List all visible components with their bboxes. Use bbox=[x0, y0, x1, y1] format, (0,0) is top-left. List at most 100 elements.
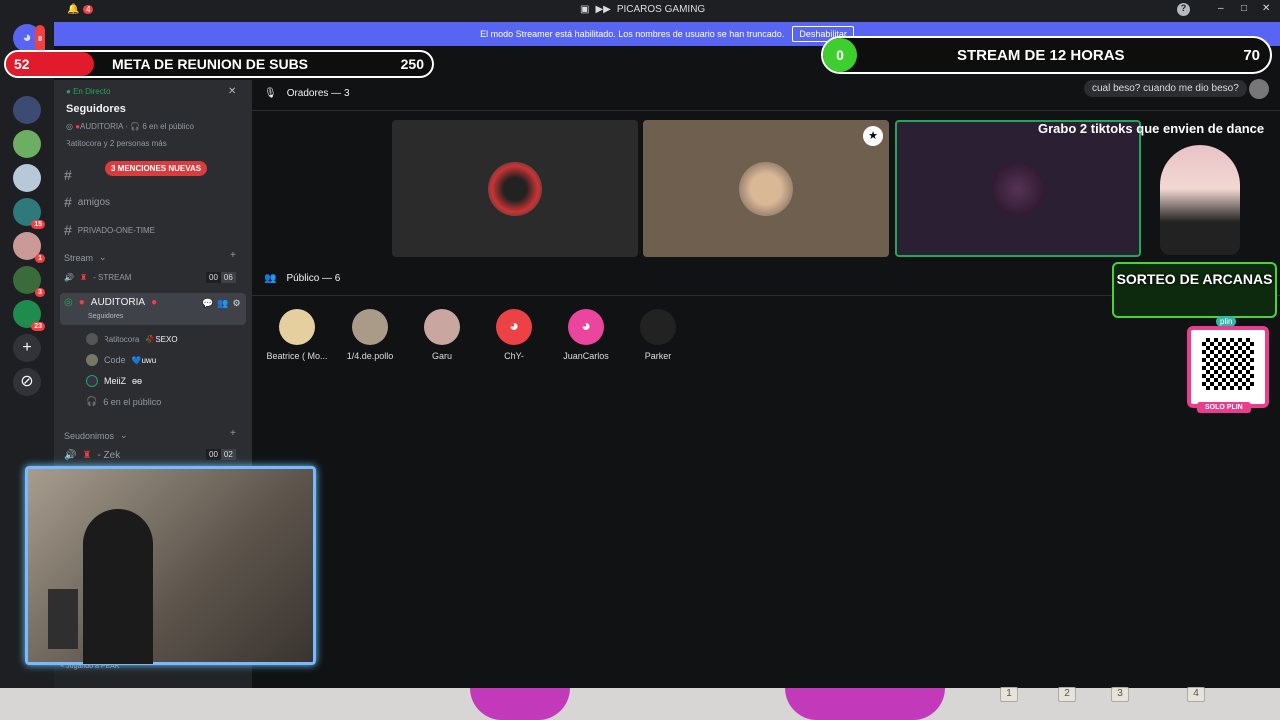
live-label: ● En Directo bbox=[66, 87, 111, 96]
window-title: PICAROS GAMING bbox=[616, 4, 706, 15]
avatar bbox=[991, 161, 1045, 216]
public-member[interactable]: Beatrice ( Mo... bbox=[262, 309, 332, 361]
minimize-icon[interactable]: – bbox=[1218, 3, 1224, 14]
webcam-microphone bbox=[48, 589, 78, 649]
member-item[interactable]: MeiiZ ɵɵ bbox=[64, 375, 142, 387]
channel-zek[interactable]: 🔊 ♜ - Zek bbox=[64, 450, 120, 461]
server-icon[interactable] bbox=[13, 96, 41, 124]
avatar bbox=[86, 375, 98, 387]
channel-stream[interactable]: 🔊 ♜ - STREAM bbox=[64, 273, 131, 282]
avatar bbox=[488, 161, 542, 216]
bottom-scene bbox=[0, 688, 1280, 720]
channel-privado[interactable]: # PRIVADO-ONE-TIME bbox=[64, 222, 155, 238]
subs-progress: 52 bbox=[6, 52, 94, 76]
speaker-tile-speaking[interactable] bbox=[895, 120, 1141, 257]
webcam-person bbox=[83, 509, 153, 664]
stream-progress: 0 bbox=[823, 38, 857, 72]
public-member[interactable]: ◕ ChY- bbox=[479, 309, 549, 361]
avatar bbox=[352, 309, 388, 345]
chat-icon[interactable]: 💬 bbox=[202, 298, 213, 309]
mic-icon: 🎙 bbox=[264, 88, 277, 99]
sorteo-sign: SORTEO DE ARCANAS bbox=[1112, 262, 1277, 318]
public-member[interactable]: Parker bbox=[623, 309, 693, 361]
scene-shape bbox=[785, 688, 945, 720]
mascot-image bbox=[1160, 145, 1240, 255]
subs-goal-target: 250 bbox=[400, 56, 424, 72]
bell-icon[interactable]: 🔔 bbox=[67, 4, 79, 15]
public-header: 👥 Público — 6 bbox=[264, 273, 341, 284]
speaker-tile[interactable] bbox=[392, 120, 638, 257]
avatar bbox=[640, 309, 676, 345]
stream-goal-target: 70 bbox=[1243, 46, 1260, 64]
banner-message: El modo Streamer está habilitado. Los no… bbox=[480, 29, 785, 39]
server-icon[interactable] bbox=[13, 130, 41, 158]
key-3: 3 bbox=[1111, 687, 1129, 702]
stage-icon: ◎ bbox=[64, 297, 73, 308]
qr-code bbox=[1187, 326, 1269, 408]
channel-amigos[interactable]: # amigos bbox=[64, 194, 110, 210]
avatar bbox=[279, 309, 315, 345]
discord-icon: ◕ bbox=[568, 309, 604, 345]
scene-shape bbox=[470, 688, 570, 720]
avatar bbox=[424, 309, 460, 345]
server-icon[interactable] bbox=[13, 164, 41, 192]
stage-title: Seguidores bbox=[66, 103, 126, 115]
public-member[interactable]: 1/4.de.pollo bbox=[335, 309, 405, 361]
avatar bbox=[739, 161, 793, 216]
member-item[interactable]: Ꝛatitocora 🥀SEXO bbox=[64, 333, 178, 345]
discord-home-icon[interactable]: ◕ 8 bbox=[13, 24, 45, 55]
public-member[interactable]: ◕ JuanCarlos bbox=[551, 309, 621, 361]
server-icon[interactable]: 3 bbox=[13, 266, 45, 297]
zek-counter: 00 02 bbox=[206, 449, 236, 460]
speakers-header: 🎙 Oradores — 3 bbox=[264, 88, 350, 99]
server-icon[interactable]: 15 bbox=[13, 198, 45, 229]
settings-icon[interactable]: ⚙ bbox=[232, 298, 240, 309]
close-icon[interactable]: ✕ bbox=[228, 86, 236, 97]
invite-icon[interactable]: 👥 bbox=[217, 298, 228, 309]
avatar bbox=[1249, 79, 1269, 99]
moderator-icon: ★ bbox=[863, 126, 883, 146]
stage-info: ◎ ●AUDITORIA · 🎧 6 en el público bbox=[66, 122, 194, 131]
subs-goal-title: META DE REUNION DE SUBS bbox=[112, 56, 309, 72]
stream-goal-bar: 0 STREAM DE 12 HORAS 70 bbox=[821, 36, 1272, 74]
help-icon[interactable]: ? bbox=[1177, 3, 1190, 16]
solo-plin-label: SOLO PLIN bbox=[1197, 402, 1251, 413]
server-icon[interactable]: 23 bbox=[13, 300, 45, 331]
add-channel-icon[interactable]: + bbox=[230, 428, 236, 439]
stream-counter: 00 06 bbox=[206, 272, 236, 283]
speaker-icon: 🔊 bbox=[64, 273, 74, 282]
member-item[interactable]: Code 💙uwu bbox=[64, 354, 156, 366]
webcam-feed bbox=[25, 466, 316, 665]
key-4: 4 bbox=[1187, 687, 1205, 702]
category-stream[interactable]: Stream ⌄ bbox=[64, 252, 107, 263]
category-seudonimos[interactable]: Seudonimos ⌄ bbox=[64, 430, 128, 441]
public-count-item: 🎧 6 en el público bbox=[86, 396, 162, 407]
mentions-badge[interactable]: 3 MENCIONES NUEVAS bbox=[105, 161, 208, 176]
channel-hidden[interactable]: # bbox=[64, 167, 72, 183]
stream-goal-title: STREAM DE 12 HORAS bbox=[957, 46, 1125, 64]
headphones-icon: 🎧 bbox=[86, 396, 98, 406]
server-icon[interactable]: 1 bbox=[13, 232, 45, 263]
explore-icon[interactable]: ⊘ bbox=[13, 368, 41, 396]
public-member[interactable]: Garu bbox=[407, 309, 477, 361]
stage-icon: ▶▶ bbox=[595, 4, 611, 15]
avatar bbox=[86, 333, 98, 345]
channel-auditoria[interactable]: ◎ ● AUDITORIA ● bbox=[64, 297, 157, 308]
channel-auditoria-sub: Seguidores bbox=[88, 313, 124, 320]
close-icon[interactable]: ✕ bbox=[1262, 3, 1270, 14]
stage-main: 🎙 Oradores — 3 ★ 👥 Público — 6 Beatrice ( … bbox=[252, 80, 1280, 688]
people-icon: 👥 bbox=[264, 273, 277, 284]
server-icon: ▣ bbox=[580, 4, 590, 15]
speaker-tile[interactable]: ★ bbox=[643, 120, 889, 257]
add-channel-icon[interactable]: + bbox=[230, 250, 236, 261]
overlay-caption: Grabo 2 tiktoks que envien de dance bbox=[1038, 121, 1265, 136]
speaker-icon: 🔊 bbox=[64, 450, 77, 461]
notification-count: 4 bbox=[83, 5, 94, 14]
subs-goal-bar: 52 META DE REUNION DE SUBS 250 bbox=[4, 50, 434, 78]
add-server-icon[interactable]: + bbox=[13, 334, 41, 362]
stage-people: Ꝛatitocora y 2 personas más bbox=[66, 139, 167, 148]
avatar bbox=[86, 354, 98, 366]
key-2: 2 bbox=[1058, 687, 1076, 702]
maximize-icon[interactable]: □ bbox=[1241, 3, 1247, 14]
chat-message: cual beso? cuando me dio beso? bbox=[1084, 80, 1247, 97]
